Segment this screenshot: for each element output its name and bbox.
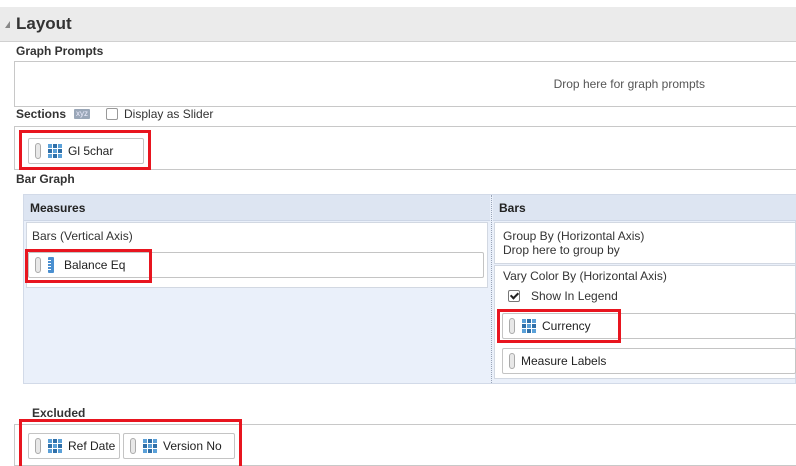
- pill-label: Measure Labels: [521, 354, 607, 368]
- collapse-triangle-icon[interactable]: [5, 21, 10, 28]
- show-in-legend-label: Show In Legend: [531, 289, 618, 303]
- layout-header[interactable]: Layout: [0, 7, 796, 42]
- sections-row: Sections xyz Display as Slider: [16, 104, 213, 124]
- xyz-icon: xyz: [74, 109, 91, 119]
- bar-graph-label: Bar Graph: [16, 172, 75, 186]
- display-as-slider-label: Display as Slider: [124, 107, 214, 121]
- group-by-label: Group By (Horizontal Axis): [503, 229, 645, 243]
- highlight-box: [25, 249, 152, 283]
- graph-prompts-drop-text: Drop here for graph prompts: [553, 77, 705, 91]
- measures-header-text: Measures: [30, 201, 86, 215]
- excluded-label: Excluded: [32, 406, 86, 420]
- group-by-drop-text: Drop here to group by: [503, 243, 620, 257]
- graph-prompts-dropzone[interactable]: Drop here for graph prompts: [14, 61, 796, 107]
- layout-title: Layout: [16, 14, 72, 33]
- bars-header: Bars: [493, 195, 796, 221]
- measures-header: Measures: [24, 195, 490, 221]
- display-as-slider-checkbox[interactable]: [106, 108, 119, 120]
- cropped-top-strip: [0, 0, 796, 7]
- drag-handle-icon[interactable]: [509, 353, 515, 369]
- highlight-box: [497, 309, 621, 343]
- show-in-legend-checkbox[interactable]: [508, 290, 520, 302]
- bars-header-text: Bars: [499, 201, 526, 215]
- group-by-dropzone[interactable]: Group By (Horizontal Axis) Drop here to …: [494, 222, 796, 264]
- graph-prompts-label: Graph Prompts: [16, 44, 104, 58]
- sections-label: Sections: [16, 107, 67, 121]
- highlight-box: [19, 130, 151, 170]
- column-pill-measure-labels[interactable]: Measure Labels: [502, 348, 796, 374]
- column-divider: [491, 195, 492, 383]
- bars-vertical-axis-label: Bars (Vertical Axis): [32, 229, 133, 243]
- highlight-box: [19, 419, 242, 466]
- vary-color-label: Vary Color By (Horizontal Axis): [503, 269, 667, 283]
